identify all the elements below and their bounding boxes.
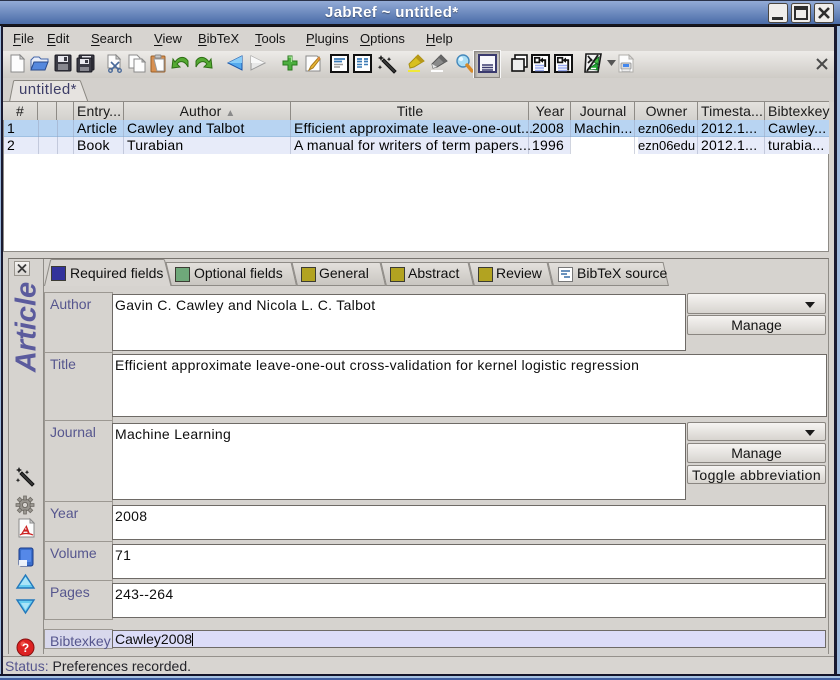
svg-text:?: ? — [22, 641, 29, 655]
